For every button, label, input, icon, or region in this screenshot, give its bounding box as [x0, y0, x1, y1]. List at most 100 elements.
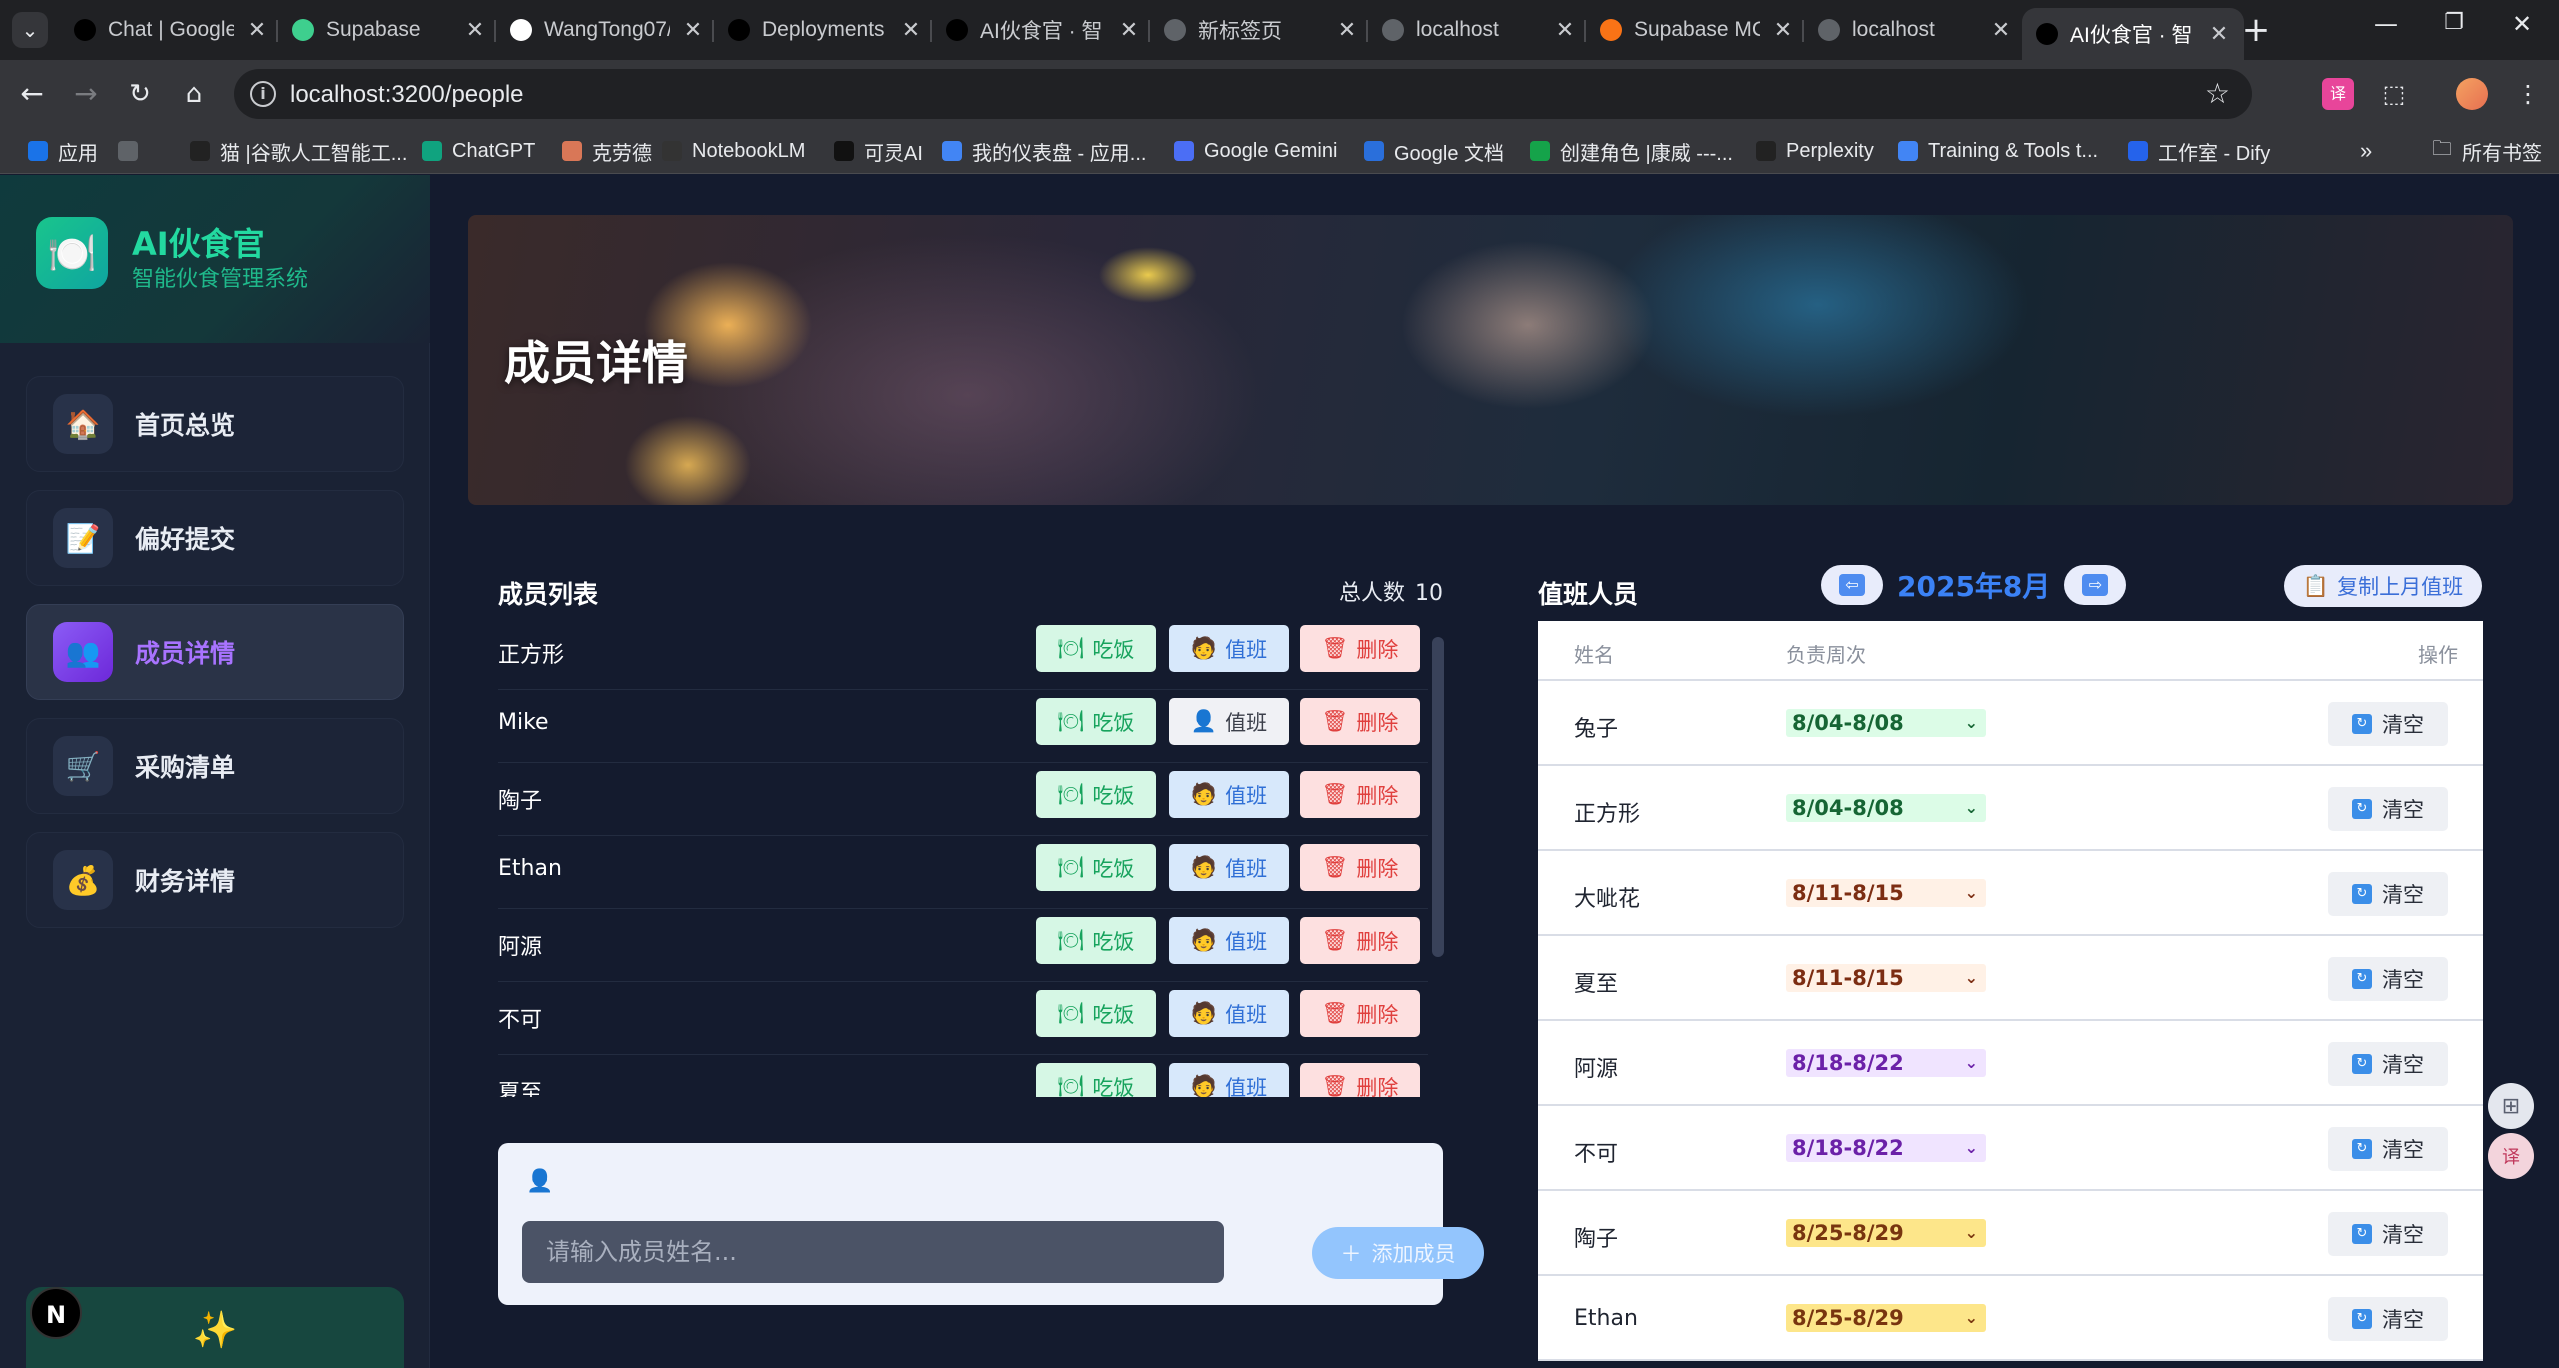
add-member-button[interactable]: ＋ 添加成员	[1312, 1227, 1484, 1279]
week-select[interactable]: 8/25-8/29 ⌄	[1786, 1219, 1986, 1247]
week-select[interactable]: 8/18-8/22 ⌄	[1786, 1134, 1986, 1162]
sidebar-item[interactable]: 🛒 采购清单	[26, 718, 404, 814]
member-list[interactable]: 正方形 🍽 吃饭 🧑 值班 🗑 删除 Mike 🍽 吃饭 👤 值班 🗑 删除 陶子 🍽 吃饭 🧑 值班 🗑 删除 Etha…	[498, 617, 1443, 1097]
forward-icon[interactable]: →	[68, 76, 104, 112]
eat-toggle-button[interactable]: 🍽 吃饭	[1036, 917, 1156, 964]
extensions-icon[interactable]: ⬚	[2378, 78, 2410, 110]
browser-tab[interactable]: WangTong07/ ✕	[496, 8, 718, 52]
tab-close-icon[interactable]: ✕	[246, 17, 268, 43]
tab-close-icon[interactable]: ✕	[1118, 17, 1140, 43]
reload-icon[interactable]: ↻	[122, 76, 158, 112]
sidebar-item[interactable]: 📝 偏好提交	[26, 490, 404, 586]
bookmark-item[interactable]: Google Gemini	[1174, 138, 1337, 164]
eat-toggle-button[interactable]: 🍽 吃饭	[1036, 990, 1156, 1037]
sidebar-item[interactable]: 👥 成员详情	[26, 604, 404, 700]
bookmark-item[interactable]	[118, 138, 148, 164]
menu-kebab-icon[interactable]: ⋮	[2512, 78, 2544, 110]
week-select[interactable]: 8/11-8/15 ⌄	[1786, 879, 1986, 907]
eat-toggle-button[interactable]: 🍽 吃饭	[1036, 625, 1156, 672]
browser-tab[interactable]: Supabase MC ✕	[1586, 8, 1808, 52]
tab-close-icon[interactable]: ✕	[1772, 17, 1794, 43]
delete-member-button[interactable]: 🗑 删除	[1300, 698, 1420, 745]
bookmark-item[interactable]: Perplexity	[1756, 138, 1874, 164]
week-select[interactable]: 8/04-8/08 ⌄	[1786, 709, 1986, 737]
delete-member-button[interactable]: 🗑 删除	[1300, 771, 1420, 818]
duty-toggle-button[interactable]: 🧑 值班	[1169, 844, 1289, 891]
browser-tab[interactable]: AI伙食官 · 智 ✕	[2022, 8, 2244, 60]
duty-toggle-button[interactable]: 🧑 值班	[1169, 917, 1289, 964]
bookmark-item[interactable]: 应用	[28, 138, 98, 165]
bookmark-item[interactable]: 可灵AI	[834, 138, 923, 165]
delete-member-button[interactable]: 🗑 删除	[1300, 990, 1420, 1037]
translate-extension-icon[interactable]: 译	[2322, 78, 2354, 110]
profile-avatar[interactable]	[2456, 78, 2488, 110]
sidebar-bottom-card[interactable]: ✨	[26, 1287, 404, 1368]
tab-close-icon[interactable]: ✕	[682, 17, 704, 43]
tab-close-icon[interactable]: ✕	[2208, 21, 2230, 47]
browser-tab[interactable]: localhost ✕	[1368, 8, 1590, 52]
bookmarks-overflow-button[interactable]: »	[2360, 138, 2372, 164]
eat-toggle-button[interactable]: 🍽 吃饭	[1036, 771, 1156, 818]
eat-toggle-button[interactable]: 🍽 吃饭	[1036, 698, 1156, 745]
bookmark-item[interactable]: Training & Tools t...	[1898, 138, 2098, 164]
prev-month-button[interactable]: ⇦	[1821, 565, 1883, 605]
week-select[interactable]: 8/18-8/22 ⌄	[1786, 1049, 1986, 1077]
clear-duty-button[interactable]: ↻ 清空	[2328, 1042, 2448, 1086]
nextjs-dev-badge[interactable]: N	[30, 1287, 82, 1339]
tab-close-icon[interactable]: ✕	[1990, 17, 2012, 43]
bookmark-item[interactable]: 我的仪表盘 - 应用...	[942, 138, 1146, 165]
tab-search-button[interactable]: ⌄	[12, 12, 48, 48]
week-select[interactable]: 8/25-8/29 ⌄	[1786, 1304, 1986, 1332]
bookmark-item[interactable]: 猫 |谷歌人工智能工...	[190, 138, 407, 165]
bookmark-item[interactable]: ChatGPT	[422, 138, 535, 164]
bookmark-item[interactable]: NotebookLM	[662, 138, 805, 164]
restore-icon[interactable]: ❐	[2434, 10, 2474, 35]
close-window-icon[interactable]: ✕	[2502, 10, 2542, 38]
bookmark-star-icon[interactable]: ☆	[2205, 77, 2230, 110]
clear-duty-button[interactable]: ↻ 清空	[2328, 1212, 2448, 1256]
sidebar-item[interactable]: 🏠 首页总览	[26, 376, 404, 472]
tab-close-icon[interactable]: ✕	[1336, 17, 1358, 43]
next-month-button[interactable]: ⇨	[2064, 565, 2127, 605]
browser-tab[interactable]: Chat | Google ✕	[60, 8, 282, 52]
clear-duty-button[interactable]: ↻ 清空	[2328, 872, 2448, 916]
duty-toggle-button[interactable]: 🧑 值班	[1169, 771, 1289, 818]
duty-toggle-button[interactable]: 🧑 值班	[1169, 625, 1289, 672]
tab-close-icon[interactable]: ✕	[900, 17, 922, 43]
browser-tab[interactable]: 新标签页 ✕	[1150, 8, 1372, 52]
eat-toggle-button[interactable]: 🍽 吃饭	[1036, 844, 1156, 891]
clear-duty-button[interactable]: ↻ 清空	[2328, 787, 2448, 831]
bookmark-item[interactable]: 工作室 - Dify	[2128, 138, 2270, 165]
duty-toggle-button[interactable]: 🧑 值班	[1169, 990, 1289, 1037]
delete-member-button[interactable]: 🗑 删除	[1300, 625, 1420, 672]
all-bookmarks-button[interactable]: 🗀 所有书签	[2432, 138, 2542, 165]
minimize-icon[interactable]: —	[2366, 10, 2406, 38]
translate-floating-icon[interactable]: 译	[2488, 1133, 2534, 1179]
browser-tab[interactable]: Deployments ✕	[714, 8, 936, 52]
url-text[interactable]: localhost:3200/people	[290, 81, 524, 109]
duty-toggle-button[interactable]: 🧑 值班	[1169, 1063, 1289, 1097]
member-name-input[interactable]	[522, 1221, 1224, 1283]
tab-close-icon[interactable]: ✕	[464, 17, 486, 43]
browser-tab[interactable]: localhost ✕	[1804, 8, 2026, 52]
bookmark-item[interactable]: Google 文档	[1364, 138, 1504, 165]
delete-member-button[interactable]: 🗑 删除	[1300, 917, 1420, 964]
address-bar[interactable]: i localhost:3200/people ☆	[234, 69, 2252, 119]
clear-duty-button[interactable]: ↻ 清空	[2328, 1297, 2448, 1341]
home-icon[interactable]: ⌂	[176, 76, 212, 112]
week-select[interactable]: 8/04-8/08 ⌄	[1786, 794, 1986, 822]
new-tab-button[interactable]: +	[2238, 12, 2274, 48]
duty-toggle-button[interactable]: 👤 值班	[1169, 698, 1289, 745]
site-info-icon[interactable]: i	[250, 81, 276, 107]
browser-tab[interactable]: Supabase ✕	[278, 8, 500, 52]
tab-close-icon[interactable]: ✕	[1554, 17, 1576, 43]
delete-member-button[interactable]: 🗑 删除	[1300, 1063, 1420, 1097]
copy-last-month-button[interactable]: 📋 复制上月值班	[2284, 565, 2482, 607]
delete-member-button[interactable]: 🗑 删除	[1300, 844, 1420, 891]
back-icon[interactable]: ←	[14, 76, 50, 112]
eat-toggle-button[interactable]: 🍽 吃饭	[1036, 1063, 1156, 1097]
week-select[interactable]: 8/11-8/15 ⌄	[1786, 964, 1986, 992]
browser-tab[interactable]: AI伙食官 · 智 ✕	[932, 8, 1154, 52]
clear-duty-button[interactable]: ↻ 清空	[2328, 1127, 2448, 1171]
bookmark-item[interactable]: 创建角色 |康威 ---...	[1530, 138, 1733, 165]
